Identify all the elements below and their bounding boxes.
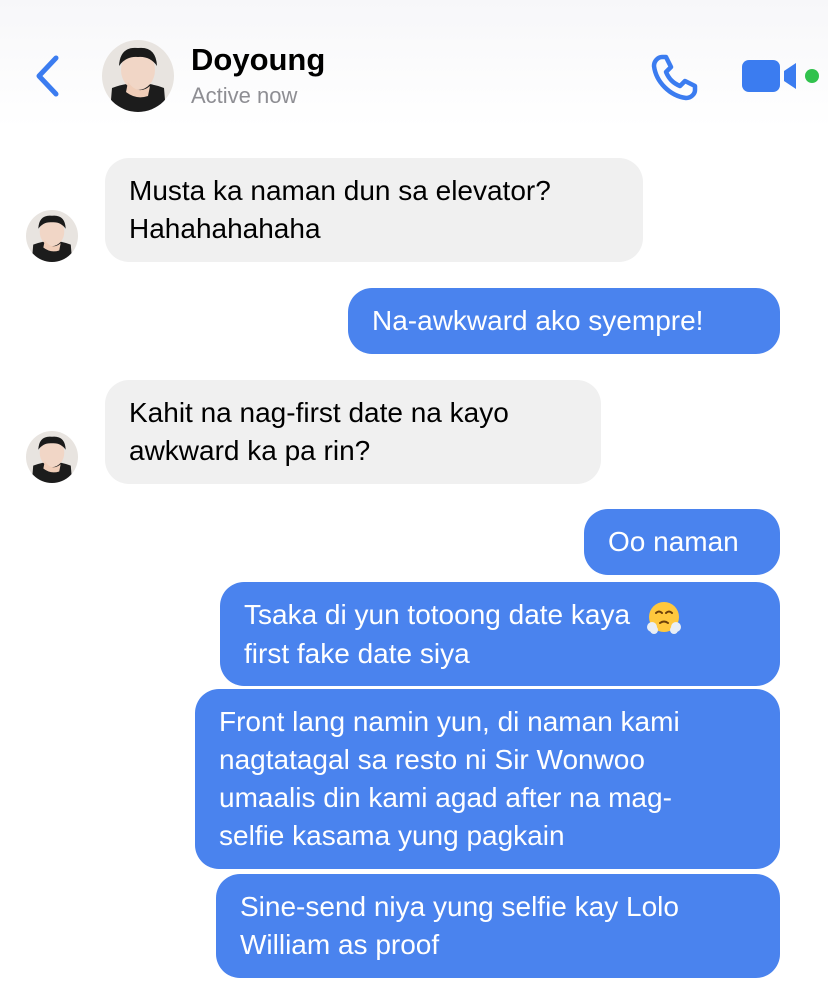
message-bubble-outgoing[interactable]: Oo naman xyxy=(584,509,780,575)
avatar[interactable] xyxy=(102,40,174,112)
message-bubble-outgoing[interactable]: Front lang namin yun, di naman kami nagt… xyxy=(195,689,780,869)
message-text: Tsaka di yun totoong date kaya first fak… xyxy=(244,596,756,673)
phone-icon xyxy=(651,54,698,101)
message-text: Sine-send niya yung selfie kay Lolo Will… xyxy=(240,891,679,960)
message-bubble-outgoing[interactable]: Tsaka di yun totoong date kaya first fak… xyxy=(220,582,780,686)
message-bubble-outgoing[interactable]: Na-awkward ako syempre! xyxy=(348,288,780,354)
message-bubble-incoming[interactable]: Musta ka naman dun sa elevator? Hahahaha… xyxy=(105,158,643,262)
chat-header: Doyoung Active now xyxy=(0,0,828,128)
active-status: Active now xyxy=(191,83,298,108)
face-with-steam-icon xyxy=(646,601,681,634)
sender-avatar[interactable] xyxy=(26,431,78,483)
active-indicator xyxy=(805,69,819,83)
sender-avatar[interactable] xyxy=(26,210,78,262)
message-text: Front lang namin yun, di naman kami nagt… xyxy=(219,706,680,851)
video-call-button[interactable] xyxy=(740,56,802,96)
message-bubble-incoming[interactable]: Kahit na nag-first date na kayo awkward … xyxy=(105,380,601,484)
back-button[interactable] xyxy=(30,52,66,100)
chevron-left-icon xyxy=(36,55,59,97)
contact-name[interactable]: Doyoung xyxy=(191,42,325,78)
voice-call-button[interactable] xyxy=(648,52,700,104)
message-text: Kahit na nag-first date na kayo awkward … xyxy=(129,397,509,466)
video-camera-icon xyxy=(742,60,796,92)
message-text: Na-awkward ako syempre! xyxy=(372,305,704,336)
message-bubble-outgoing[interactable]: Sine-send niya yung selfie kay Lolo Will… xyxy=(216,874,780,978)
message-text: Musta ka naman dun sa elevator? Hahahaha… xyxy=(129,175,551,244)
message-text: Oo naman xyxy=(608,526,739,557)
